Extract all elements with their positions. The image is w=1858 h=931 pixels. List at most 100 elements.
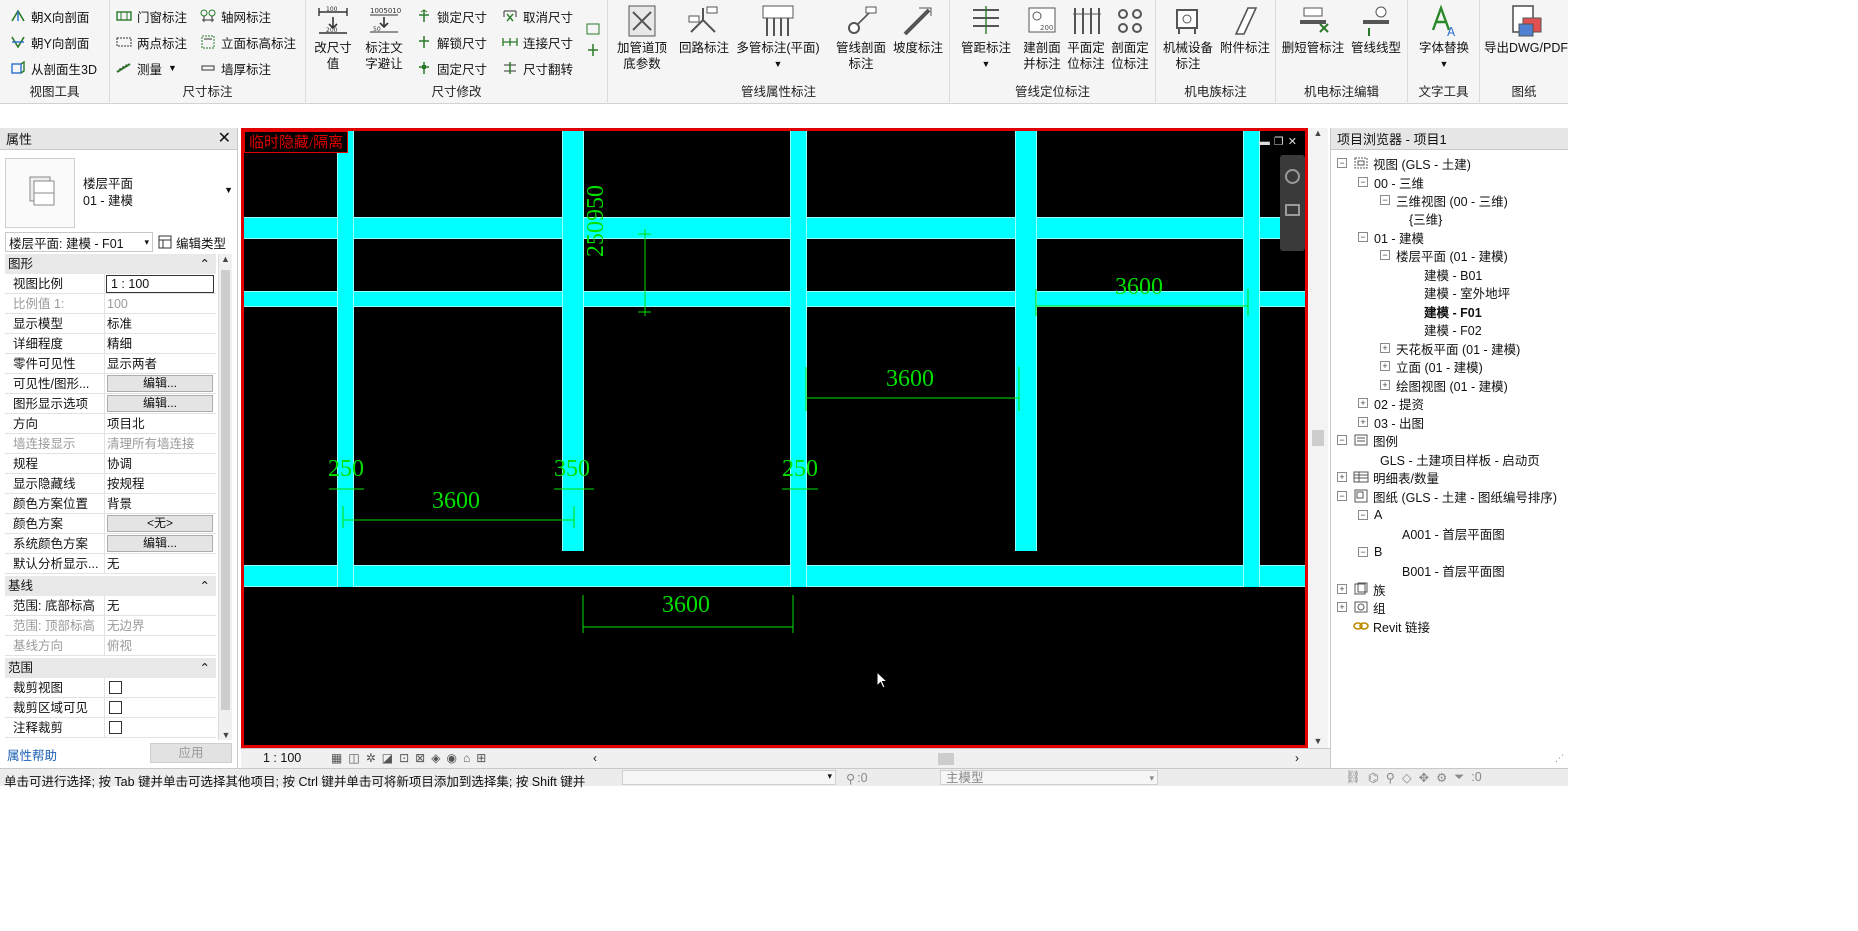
unlock-dim-button[interactable]: 解锁尺寸 — [416, 31, 487, 53]
pipe-distance-button[interactable]: 管距标注 ▼ — [954, 4, 1018, 72]
tree-node[interactable]: 建模 - B01 — [1424, 265, 1482, 283]
pipe-section-annot-button[interactable]: 管线剖面标注 — [830, 4, 892, 72]
pipe-topbottom-button[interactable]: 加管道顶底参数 — [612, 4, 672, 72]
tree-node[interactable]: Revit 链接 — [1353, 617, 1430, 635]
crop-view-checkbox[interactable] — [109, 681, 122, 694]
constraints-icon[interactable]: ⊞ — [476, 751, 486, 765]
face-select-icon[interactable]: ◇ — [1402, 770, 1412, 785]
tree-node[interactable]: − A — [1358, 506, 1382, 524]
drawing-canvas[interactable]: 临时隐藏/隔离 3600 3600 3600 3600 250 350 250 … — [241, 128, 1308, 748]
apply-button[interactable]: 应用 — [150, 743, 232, 763]
link-select-icon[interactable]: ⛓ — [1345, 770, 1361, 785]
expand-toggle-icon[interactable]: + — [1358, 398, 1368, 408]
minimize-icon[interactable]: ▬ — [1259, 136, 1274, 148]
wall-thickness-button[interactable]: 墙厚标注 — [200, 57, 271, 79]
collapse-toggle-icon[interactable]: − — [1337, 491, 1347, 501]
tree-node[interactable]: −00 - 三维 — [1358, 173, 1424, 191]
lock-dim-button[interactable]: 锁定尺寸 — [416, 5, 487, 27]
tree-node[interactable]: + 立面 (01 - 建模) — [1380, 357, 1483, 375]
tree-node[interactable]: − 图例 — [1337, 431, 1398, 449]
scroll-thumb[interactable] — [221, 270, 230, 710]
tree-node[interactable]: − B — [1358, 543, 1382, 561]
cancel-dim-button[interactable]: 取消尺寸 — [502, 5, 573, 27]
canvas-vscroll[interactable]: ▲ ▼ — [1308, 128, 1328, 748]
scroll-down-icon[interactable]: ▼ — [1308, 736, 1328, 746]
scale-input[interactable]: 1 : 100 — [106, 275, 214, 293]
dim-label-250[interactable]: 250 — [328, 457, 364, 481]
section-graphics[interactable]: 图形 ⌃ — [5, 254, 216, 274]
prop-row[interactable]: 方向 项目北 — [5, 414, 216, 434]
fix-dim-button[interactable]: 固定尺寸 — [416, 57, 487, 79]
collapse-toggle-icon[interactable]: − — [1358, 547, 1368, 557]
system-color-edit-button[interactable]: 编辑... — [107, 535, 213, 552]
collapse-toggle-icon[interactable]: − — [1358, 232, 1368, 242]
tree-node[interactable]: − 图纸 (GLS - 土建 - 图纸编号排序) — [1337, 487, 1557, 505]
shadows-icon[interactable]: ◪ — [382, 751, 393, 765]
accessory-annot-button[interactable]: 附件标注 — [1216, 4, 1274, 56]
close-icon[interactable]: ✕ — [218, 130, 231, 147]
dim-label-3600[interactable]: 3600 — [886, 367, 934, 391]
crop-region-visible-checkbox[interactable] — [109, 701, 122, 714]
visual-style-icon[interactable]: ◫ — [348, 751, 359, 765]
slope-annot-button[interactable]: 坡度标注 — [890, 4, 946, 56]
expand-toggle-icon[interactable]: + — [1358, 417, 1368, 427]
flip-dim-button[interactable]: 尺寸翻转 — [502, 57, 573, 79]
tree-node[interactable]: + 组 — [1337, 598, 1386, 616]
dim-label-3600[interactable]: 3600 — [1115, 275, 1163, 299]
scroll-up-icon[interactable]: ▲ — [1308, 128, 1328, 138]
detail-level-icon[interactable]: ▦ — [331, 751, 342, 765]
expand-toggle-icon[interactable]: + — [1337, 602, 1347, 612]
prop-row[interactable]: 范围: 底部标高无 — [5, 596, 216, 616]
delete-short-pipe-button[interactable]: 删短管标注 — [1280, 4, 1346, 56]
dim-label-250[interactable]: 250 — [782, 457, 818, 481]
elevation-dim-button[interactable]: 立面标高标注 — [200, 31, 296, 53]
tree-node-active[interactable]: 建模 - F01 — [1424, 302, 1482, 320]
dim-text-avoid-button[interactable]: 1005010050 标注文字避让 — [360, 4, 408, 72]
zoom-icon[interactable] — [1285, 204, 1300, 216]
tree-node[interactable]: +03 - 出图 — [1358, 413, 1424, 431]
browser-resize-grip[interactable]: ⋰ — [1555, 753, 1564, 764]
dim-label-3600[interactable]: 3600 — [662, 593, 710, 617]
font-replace-button[interactable]: A 字体替换 ▼ — [1412, 4, 1476, 72]
prop-row[interactable]: 规程 协调 — [5, 454, 216, 474]
export-dwg-pdf-button[interactable]: 导出DWG/PDF — [1484, 4, 1568, 56]
vis-graphics-edit-button[interactable]: 编辑... — [107, 375, 213, 392]
pinned-select-icon[interactable]: ⚲ — [1386, 770, 1395, 785]
collapse-toggle-icon[interactable]: − — [1380, 250, 1390, 260]
hscroll-left-icon[interactable]: ‹ — [593, 751, 597, 765]
grid-dim-button[interactable]: 轴网标注 — [200, 5, 271, 27]
circuit-annot-button[interactable]: 回路标注 — [672, 4, 736, 56]
dim-label-250950[interactable]: 250950 — [583, 185, 609, 257]
restore-icon[interactable]: ❐ — [1274, 136, 1288, 148]
tree-node[interactable]: + 明细表/数量 — [1337, 468, 1439, 486]
collapse-icon[interactable]: ⌃ — [200, 254, 210, 274]
temp-hide-icon[interactable]: ◈ — [431, 751, 440, 765]
view-scale[interactable]: 1 : 100 — [263, 751, 301, 765]
dim-label-3600[interactable]: 3600 — [432, 489, 480, 513]
dim-label-350[interactable]: 350 — [554, 457, 590, 481]
chevron-down-icon[interactable]: ▼ — [168, 63, 177, 73]
prop-row[interactable]: 默认分析显示... 无 — [5, 554, 216, 574]
chevron-down-icon[interactable]: ▼ — [224, 185, 233, 195]
section-annot-button[interactable]: 200 建剖面并标注 — [1020, 4, 1064, 72]
background-process-icon[interactable]: ⚙ — [1436, 770, 1447, 785]
tree-node[interactable]: 建模 - 室外地坪 — [1424, 283, 1510, 301]
prop-row[interactable]: 颜色方案位置 背景 — [5, 494, 216, 514]
tree-node[interactable]: + 天花板平面 (01 - 建模) — [1380, 339, 1520, 357]
prop-row[interactable]: 显示模型 标准 — [5, 314, 216, 334]
instance-selector[interactable]: 楼层平面: 建模 - F01 ▾ — [5, 232, 153, 252]
properties-scrollbar[interactable]: ▲ ▼ — [218, 254, 232, 740]
tree-node[interactable]: − 楼层平面 (01 - 建模) — [1380, 246, 1508, 264]
type-selector[interactable]: 楼层平面 01 - 建模 ▼ — [5, 155, 233, 231]
expand-toggle-icon[interactable]: + — [1380, 380, 1390, 390]
collapse-toggle-icon[interactable]: − — [1337, 435, 1347, 445]
collapse-icon[interactable]: ⌃ — [200, 576, 210, 596]
filter-icon[interactable]: ⏷ — [1454, 770, 1464, 785]
x-section-button[interactable]: 朝X向剖面 — [10, 5, 89, 27]
reveal-hidden-icon[interactable]: ◉ — [446, 751, 456, 765]
graphic-display-edit-button[interactable]: 编辑... — [107, 395, 213, 412]
annotation-crop-checkbox[interactable] — [109, 721, 122, 734]
tree-node[interactable]: B001 - 首层平面图 — [1402, 561, 1505, 579]
crop-view-icon[interactable]: ⊡ — [399, 751, 409, 765]
section-to-3d-button[interactable]: 从剖面生3D — [10, 57, 97, 79]
